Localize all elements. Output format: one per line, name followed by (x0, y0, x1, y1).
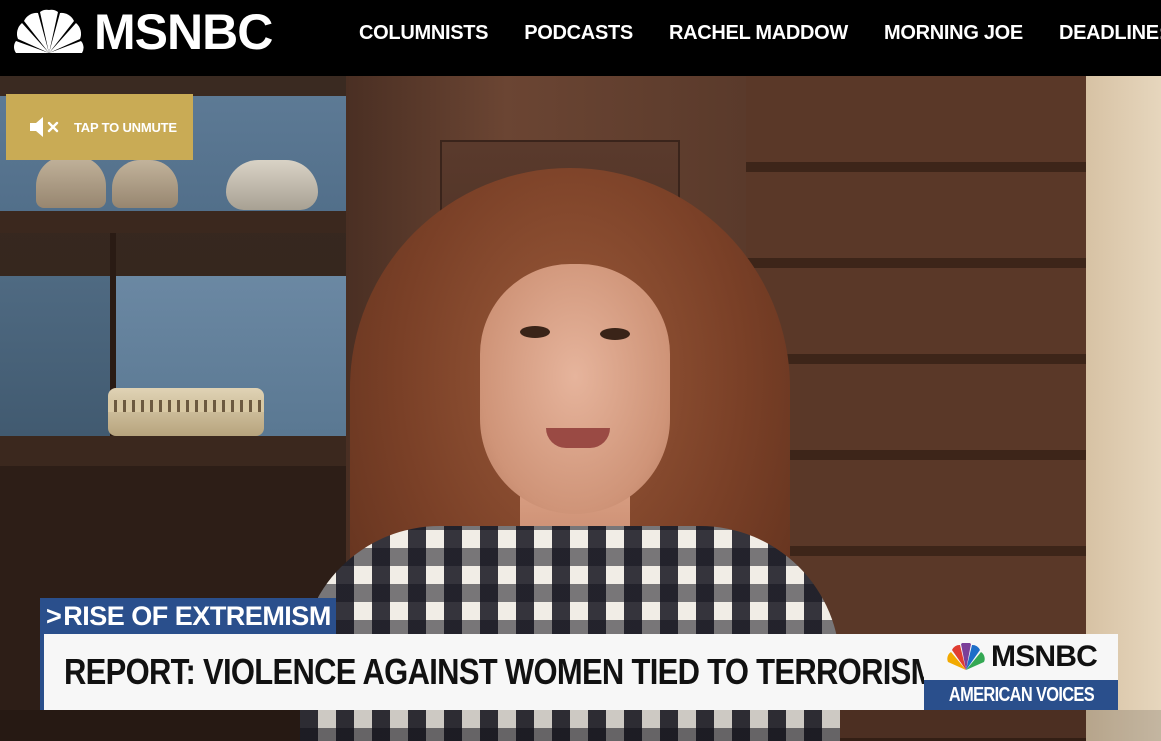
nav-morning-joe[interactable]: MORNING JOE (884, 20, 1023, 46)
site-header: MSNBC COLUMNISTS PODCASTS RACHEL MADDOW … (0, 0, 1161, 76)
show-name: AMERICAN VOICES (948, 683, 1094, 706)
speaker-eye (600, 328, 630, 340)
peacock-icon (14, 9, 84, 54)
video-bottom-fade (0, 710, 1161, 741)
nav-deadline[interactable]: DEADLINE: (1059, 20, 1161, 46)
shelf-niche (0, 276, 110, 436)
shelf-board (0, 211, 346, 233)
chyron-tag: > RISE OF EXTREMISM (40, 598, 336, 634)
network-bug-text: MSNBC (991, 640, 1098, 673)
nav-podcasts[interactable]: PODCASTS (524, 20, 633, 46)
network-bug-logo: MSNBC (924, 634, 1118, 680)
decor-basket (108, 388, 264, 436)
chyron-headline-bar: REPORT: VIOLENCE AGAINST WOMEN TIED TO T… (40, 634, 936, 710)
speaker-eye (520, 326, 550, 338)
main-nav: COLUMNISTS PODCASTS RACHEL MADDOW MORNIN… (359, 20, 1161, 46)
msnbc-logo[interactable]: MSNBC (12, 4, 273, 60)
speaker-face (480, 264, 670, 514)
decor-vase (112, 160, 178, 208)
tap-to-unmute-button[interactable]: TAP TO UNMUTE (6, 94, 193, 160)
chyron-headline: REPORT: VIOLENCE AGAINST WOMEN TIED TO T… (64, 651, 936, 692)
chyron-tag-text: RISE OF EXTREMISM (63, 600, 331, 631)
decor-bowl (226, 160, 318, 210)
network-bug: MSNBC AMERICAN VOICES (924, 634, 1118, 710)
speaker-mouth (546, 428, 610, 448)
peacock-color-icon (947, 643, 985, 670)
unmute-label: TAP TO UNMUTE (74, 119, 177, 135)
decor-vase (36, 156, 106, 208)
shelf-board (0, 436, 360, 466)
caret-icon: > (46, 600, 62, 631)
logo-wordmark: MSNBC (94, 4, 273, 60)
muted-speaker-icon (30, 117, 59, 137)
nav-rachel-maddow[interactable]: RACHEL MADDOW (669, 20, 848, 46)
nav-columnists[interactable]: COLUMNISTS (359, 20, 489, 46)
show-name-bar: AMERICAN VOICES (924, 680, 1118, 710)
